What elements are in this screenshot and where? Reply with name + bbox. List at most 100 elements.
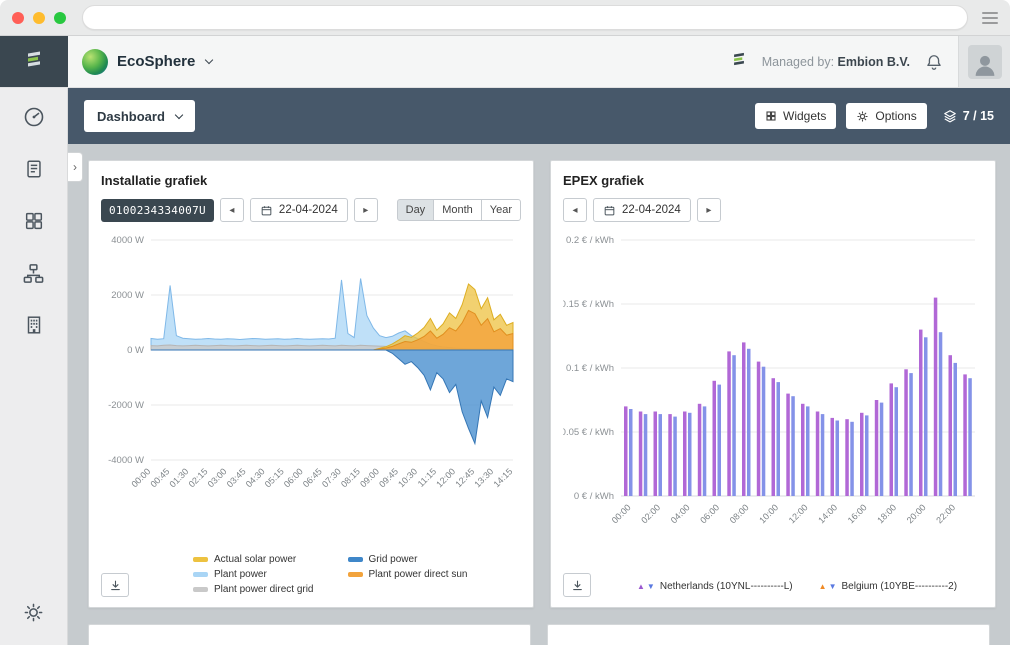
brand[interactable]: EcoSphere — [68, 36, 212, 87]
download-button[interactable] — [101, 573, 129, 597]
body-row: Dashboard Widgets — [0, 88, 1010, 645]
user-avatar[interactable] — [958, 36, 1010, 87]
url-bar[interactable] — [82, 5, 968, 30]
sidebar-expand-tab[interactable]: › — [68, 152, 83, 182]
building-icon — [23, 314, 45, 336]
browser-chrome — [0, 0, 1010, 36]
range-day-button[interactable]: Day — [397, 199, 435, 221]
notifications-bell-icon[interactable] — [924, 52, 944, 72]
chevron-down-icon — [205, 55, 213, 63]
sidebar-item-dashboard[interactable] — [21, 104, 47, 130]
sidebar-item-settings[interactable] — [21, 599, 47, 625]
partial-widget — [547, 624, 990, 645]
legend-swatch — [348, 557, 363, 562]
installatie-footer: Actual solar power Plant power Plant power… — [101, 554, 521, 597]
download-button[interactable] — [563, 573, 591, 597]
svg-text:0.15 € / kWh: 0.15 € / kWh — [563, 299, 614, 310]
svg-text:04:00: 04:00 — [669, 502, 692, 525]
header-right: Managed by: Embion B.V. — [730, 36, 1010, 87]
download-icon — [109, 579, 122, 592]
svg-text:20:00: 20:00 — [905, 502, 928, 525]
svg-text:-2000 W: -2000 W — [108, 400, 144, 411]
sidebar — [0, 88, 68, 645]
traffic-lights — [12, 12, 66, 24]
minimize-button[interactable] — [33, 12, 45, 24]
svg-text:09:45: 09:45 — [377, 466, 400, 489]
app: EcoSphere Managed by: Embion B.V. — [0, 36, 1010, 645]
next-date-button[interactable]: ▸ — [697, 198, 721, 222]
svg-text:00:45: 00:45 — [148, 466, 171, 489]
app-title: EcoSphere — [117, 53, 195, 70]
download-icon — [571, 579, 584, 592]
close-button[interactable] — [12, 12, 24, 24]
epex-legend: ▲▼Netherlands (10YNL----------L) ▲▼Belgiu… — [637, 581, 957, 597]
svg-text:12:45: 12:45 — [453, 466, 476, 489]
epex-controls: ◂ 22-04-2024 ▸ — [563, 198, 983, 222]
widgets-icon — [765, 110, 777, 122]
triangle-up-icon: ▲ — [637, 583, 645, 591]
gear-icon — [856, 110, 869, 123]
svg-text:0.1 € / kWh: 0.1 € / kWh — [566, 363, 614, 374]
svg-text:03:00: 03:00 — [206, 466, 229, 489]
legend-item: Actual solar power — [193, 554, 314, 565]
dashboard-selector[interactable]: Dashboard — [84, 100, 195, 132]
triangle-down-icon: ▼ — [647, 583, 655, 591]
sidebar-item-network[interactable] — [21, 260, 47, 286]
svg-text:-4000 W: -4000 W — [108, 455, 144, 466]
svg-text:14:15: 14:15 — [491, 466, 514, 489]
calendar-icon — [603, 204, 616, 217]
next-date-button[interactable]: ▸ — [354, 198, 378, 222]
legend-item: Plant power — [193, 569, 314, 580]
svg-text:08:15: 08:15 — [339, 466, 362, 489]
range-toggle: Day Month Year — [397, 199, 521, 221]
svg-text:16:00: 16:00 — [846, 502, 869, 525]
svg-text:13:30: 13:30 — [472, 466, 495, 489]
svg-text:05:15: 05:15 — [263, 466, 286, 489]
gauge-icon — [22, 105, 46, 129]
svg-text:18:00: 18:00 — [875, 502, 898, 525]
chevron-down-icon — [175, 111, 183, 119]
zoom-button[interactable] — [54, 12, 66, 24]
browser-menu-icon[interactable] — [982, 12, 998, 24]
prev-date-button[interactable]: ◂ — [220, 198, 244, 222]
installatie-chart: 4000 W2000 W0 W-2000 W-4000 W00:0000:450… — [101, 228, 521, 508]
svg-text:07:30: 07:30 — [320, 466, 343, 489]
svg-text:0.05 € / kWh: 0.05 € / kWh — [563, 427, 614, 438]
widget-row: Installatie grafiek 0100234334007U ◂ — [88, 160, 990, 608]
legend-item: ▲▼Netherlands (10YNL----------L) — [637, 581, 793, 592]
embion-logo-block[interactable] — [0, 36, 68, 87]
date-picker-button[interactable]: 22-04-2024 — [250, 198, 348, 222]
svg-text:12:00: 12:00 — [434, 466, 457, 489]
browser-window: EcoSphere Managed by: Embion B.V. — [0, 0, 1010, 645]
widgets-button[interactable]: Widgets — [755, 103, 836, 129]
svg-text:06:45: 06:45 — [301, 466, 324, 489]
range-month-button[interactable]: Month — [433, 199, 482, 221]
sidebar-item-buildings[interactable] — [21, 312, 47, 338]
sidebar-item-widgets[interactable] — [21, 208, 47, 234]
svg-text:09:00: 09:00 — [358, 466, 381, 489]
options-button[interactable]: Options — [846, 103, 926, 129]
svg-text:10:00: 10:00 — [757, 502, 780, 525]
legend-item: ▲▼Belgium (10YBE----------2) — [819, 581, 957, 592]
triangle-up-icon: ▲ — [819, 583, 827, 591]
ecosphere-logo-icon — [82, 49, 108, 75]
svg-text:06:00: 06:00 — [282, 466, 305, 489]
svg-text:02:00: 02:00 — [639, 502, 662, 525]
prev-date-button[interactable]: ◂ — [563, 198, 587, 222]
svg-text:00:00: 00:00 — [610, 502, 633, 525]
svg-text:0.2 € / kWh: 0.2 € / kWh — [566, 235, 614, 246]
svg-text:11:15: 11:15 — [416, 466, 439, 489]
legend-item: Plant power direct grid — [193, 584, 314, 595]
gear-icon — [22, 601, 45, 624]
device-id-badge[interactable]: 0100234334007U — [101, 199, 214, 222]
svg-text:0 W: 0 W — [127, 345, 144, 356]
range-year-button[interactable]: Year — [481, 199, 521, 221]
sitemap-icon — [22, 262, 45, 285]
sidebar-item-reports[interactable] — [21, 156, 47, 182]
installatie-chart-wrap: 4000 W2000 W0 W-2000 W-4000 W00:0000:450… — [101, 228, 521, 513]
svg-text:14:00: 14:00 — [816, 502, 839, 525]
date-picker-button[interactable]: 22-04-2024 — [593, 198, 691, 222]
legend-swatch — [193, 587, 208, 592]
app-header: EcoSphere Managed by: Embion B.V. — [0, 36, 1010, 88]
svg-text:08:00: 08:00 — [728, 502, 751, 525]
